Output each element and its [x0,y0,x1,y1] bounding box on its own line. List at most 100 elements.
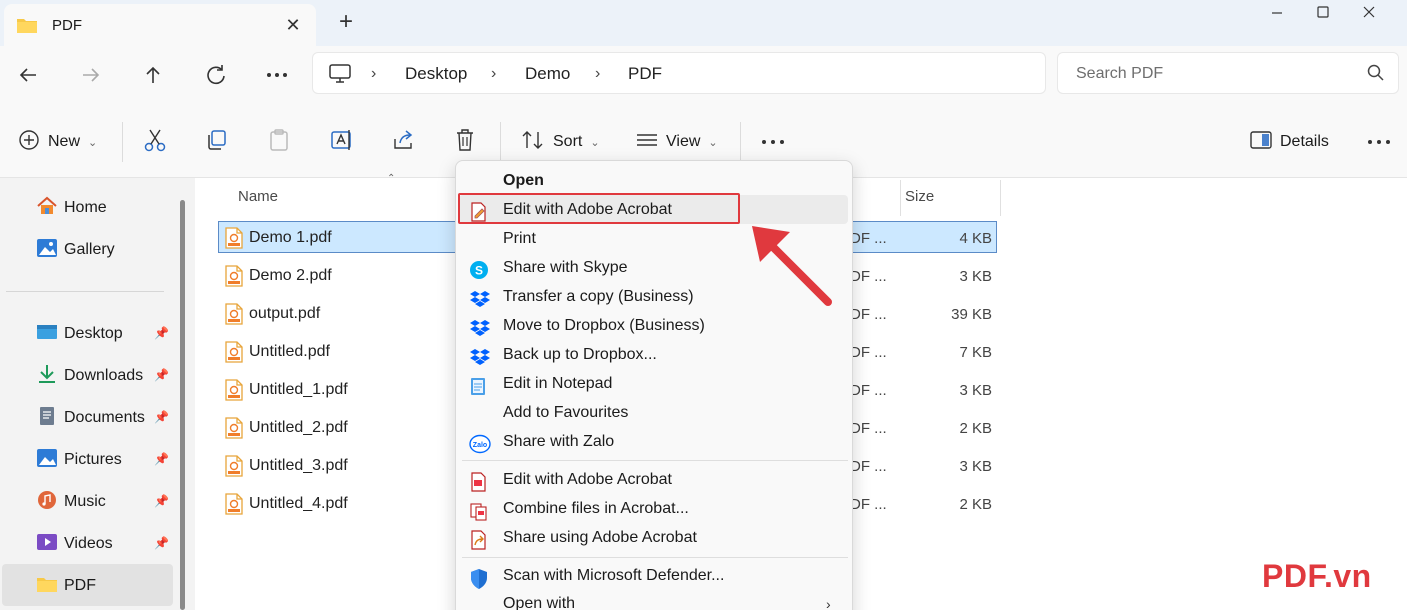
breadcrumb-pdf[interactable]: PDF [628,64,662,84]
sidebar-item-pdf[interactable]: PDF [36,573,96,599]
acrobat-share-icon [469,530,489,550]
sidebar-item-videos[interactable]: Videos [36,531,113,557]
file-name[interactable]: Untitled_1.pdf [249,381,348,399]
menu-item-share-with-zalo[interactable]: Share with Zalo [503,433,614,451]
address-bar[interactable]: › Desktop › Demo › PDF [312,52,1046,94]
breadcrumb-desktop[interactable]: Desktop [405,64,467,84]
delete-button[interactable] [454,128,476,156]
view-list-icon [636,132,658,153]
annotation-highlight-box [458,193,740,224]
plus-circle-icon [18,129,40,156]
file-size: 2 KB [959,496,992,513]
scissors-icon [144,128,166,157]
sidebar-item-home[interactable]: Home [36,195,107,221]
file-size: 4 KB [959,230,992,247]
folder-icon [16,16,38,38]
file-name[interactable]: Demo 1.pdf [249,229,332,247]
more-options-button[interactable] [760,128,786,156]
menu-item-open-with[interactable]: Open with [503,595,575,610]
menu-item-back-up-to-dropbox[interactable]: Back up to Dropbox... [503,346,657,364]
file-name[interactable]: Demo 2.pdf [249,267,332,285]
chevron-right-icon: › [491,65,497,82]
copy-button[interactable] [206,128,228,156]
column-header-name[interactable]: Name [238,188,278,205]
pin-icon[interactable]: 📌 [154,368,169,382]
notepad-icon [469,376,489,396]
minimize-button[interactable] [1254,0,1300,28]
sidebar-item-documents[interactable]: Documents [36,405,145,431]
dropbox-icon [469,347,490,367]
column-header-size[interactable]: Size [905,188,934,205]
menu-item-scan-with-defender[interactable]: Scan with Microsoft Defender... [503,567,724,585]
up-button[interactable] [137,60,169,90]
music-icon [36,490,58,515]
pin-icon[interactable]: 📌 [154,410,169,424]
menu-item-open[interactable]: Open [503,172,544,190]
menu-item-transfer-a-copy[interactable]: Transfer a copy (Business) [503,288,694,306]
sidebar-item-label: Downloads [64,367,144,384]
sidebar-item-label: Videos [64,535,113,552]
file-name[interactable]: Untitled_3.pdf [249,457,348,475]
cut-button[interactable] [144,128,166,156]
more-icon [762,140,784,144]
file-type: DF ... [850,230,887,247]
menu-item-share-with-skype[interactable]: Share with Skype [503,259,628,277]
details-pane-icon [1250,130,1272,154]
pin-icon[interactable]: 📌 [154,326,169,340]
paste-button[interactable] [268,128,290,156]
pin-icon[interactable]: 📌 [154,494,169,508]
menu-item-edit-with-acrobat-2[interactable]: Edit with Adobe Acrobat [503,471,672,489]
more-actions-button[interactable] [1366,128,1392,156]
divider [6,291,164,292]
file-size: 7 KB [959,344,992,361]
menu-item-share-using-acrobat[interactable]: Share using Adobe Acrobat [503,529,697,547]
sidebar-item-downloads[interactable]: Downloads [36,363,143,389]
menu-item-add-to-favourites[interactable]: Add to Favourites [503,404,628,422]
refresh-button[interactable] [200,60,232,90]
new-button[interactable]: New ⌄ [18,128,97,156]
details-button[interactable]: Details [1250,128,1329,156]
pin-icon[interactable]: 📌 [154,452,169,466]
search-box[interactable]: Search PDF [1057,52,1399,94]
maximize-button[interactable] [1300,0,1346,28]
menu-item-move-to-dropbox[interactable]: Move to Dropbox (Business) [503,317,705,335]
column-divider [1000,180,1001,216]
share-button[interactable] [392,128,416,156]
file-name[interactable]: Untitled_2.pdf [249,419,348,437]
file-name[interactable]: Untitled_4.pdf [249,495,348,513]
close-tab-icon[interactable]: ✕ [280,12,306,38]
new-tab-icon[interactable]: + [332,8,360,36]
desktop-icon [36,322,58,347]
sidebar-scrollbar[interactable] [180,200,185,610]
sidebar-item-pictures[interactable]: Pictures [36,447,122,473]
file-type: DF ... [850,344,887,361]
file-name[interactable]: Untitled.pdf [249,343,330,361]
menu-item-print[interactable]: Print [503,230,536,248]
back-button[interactable] [12,60,44,90]
watermark-logo: PDF.vn [1262,558,1372,594]
rename-button[interactable] [330,128,354,156]
sidebar-item-gallery[interactable]: Gallery [36,237,115,263]
column-divider [900,180,901,216]
view-button[interactable]: View ⌄ [636,128,718,156]
menu-item-combine-files-in-acrobat[interactable]: Combine files in Acrobat... [503,500,689,518]
tab-pdf[interactable]: PDF ✕ [4,4,316,46]
file-type: DF ... [850,496,887,513]
close-window-button[interactable] [1346,0,1392,28]
sort-ascending-icon: ⌃ [387,173,396,184]
file-name[interactable]: output.pdf [249,305,320,323]
more-nav-button[interactable] [261,60,293,90]
trash-icon [454,128,476,157]
search-input[interactable]: Search PDF [1076,65,1163,83]
defender-shield-icon [469,568,489,589]
divider [740,122,741,162]
this-pc-icon [329,64,351,88]
sidebar-item-desktop[interactable]: Desktop [36,321,123,347]
forward-button[interactable] [75,60,107,90]
breadcrumb-demo[interactable]: Demo [525,64,570,84]
pin-icon[interactable]: 📌 [154,536,169,550]
pdf-file-icon [225,455,243,481]
sidebar-item-music[interactable]: Music [36,489,106,515]
sort-button[interactable]: Sort ⌄ [521,128,600,156]
menu-item-edit-in-notepad[interactable]: Edit in Notepad [503,375,612,393]
